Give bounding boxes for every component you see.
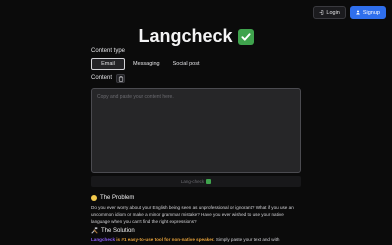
signup-label: Signup <box>362 9 380 16</box>
content-placeholder: Copy and paste your content here. <box>97 94 174 100</box>
submit-label: Lang-check <box>180 179 205 184</box>
app-title: Langcheck <box>138 26 233 46</box>
problem-heading-text: The Problem <box>100 195 135 201</box>
page-title: Langcheck <box>0 26 392 47</box>
header-actions: Login Signup <box>313 6 386 19</box>
solution-heading: The Solution <box>91 227 135 234</box>
problem-text: Do you ever worry about your English bei… <box>91 205 294 224</box>
check-mark-icon <box>237 28 254 45</box>
solution-brand: Langcheck <box>91 237 115 242</box>
tab-email[interactable]: Email <box>91 58 125 70</box>
solution-text: Langcheck is #1 easy-to-use tool for non… <box>91 236 303 243</box>
page: Login Signup Langcheck Content type Emai… <box>0 0 392 245</box>
langcheck-submit-button[interactable]: Lang-check <box>91 176 301 187</box>
login-label: Login <box>326 9 340 16</box>
login-button[interactable]: Login <box>313 6 346 19</box>
login-icon <box>319 10 324 15</box>
solution-rest: Simply paste your text and with <box>215 237 280 242</box>
solution-highlight: is #1 easy-to-use tool for non-native sp… <box>116 237 215 242</box>
solution-heading-text: The Solution <box>101 227 135 234</box>
content-type-label: Content type <box>91 48 126 54</box>
content-textarea[interactable]: Copy and paste your content here. <box>91 88 301 173</box>
user-plus-icon <box>356 10 360 15</box>
content-type-tabs: Email Messaging Social post <box>91 58 205 70</box>
clipboard-icon <box>118 75 123 82</box>
problem-heading: The Problem <box>91 195 134 201</box>
tab-messaging[interactable]: Messaging <box>128 58 165 70</box>
signup-button[interactable]: Signup <box>349 6 386 19</box>
tab-social-post[interactable]: Social post <box>168 58 205 70</box>
worried-face-icon <box>91 195 97 201</box>
content-label: Content <box>91 75 113 81</box>
copy-button[interactable] <box>116 74 125 83</box>
check-mark-icon <box>206 179 212 184</box>
tools-icon <box>91 227 98 234</box>
